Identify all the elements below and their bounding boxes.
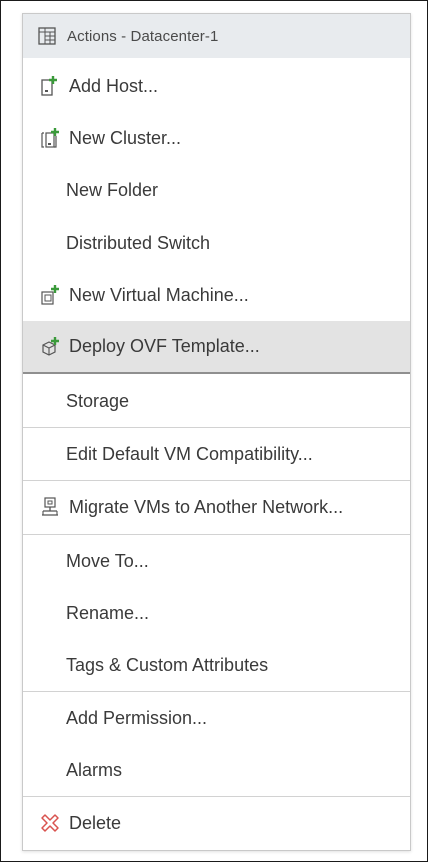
menu-item-label: New Cluster... xyxy=(69,127,182,148)
menu-item-label: Move To... xyxy=(66,550,149,571)
menu-item-label: Add Permission... xyxy=(66,707,208,728)
delete-icon xyxy=(38,811,62,835)
menu-item-move-to[interactable]: Move To... xyxy=(23,535,410,587)
migrate-network-icon xyxy=(38,495,62,519)
menu-item-label: Tags & Custom Attributes xyxy=(66,654,269,675)
menu-item-label: Distributed Switch xyxy=(66,232,211,253)
add-host-icon xyxy=(38,74,62,98)
menu-item-migrate-vms[interactable]: Migrate VMs to Another Network... xyxy=(23,481,410,533)
menu-item-alarms[interactable]: Alarms xyxy=(23,744,410,796)
menu-item-edit-default-vm-compatibility[interactable]: Edit Default VM Compatibility... xyxy=(23,428,410,480)
menu-item-rename[interactable]: Rename... xyxy=(23,587,410,639)
menu-item-label: Deploy OVF Template... xyxy=(69,336,260,356)
menu-title: Actions - Datacenter-1 xyxy=(67,27,219,45)
menu-item-deploy-ovf-template[interactable]: Deploy OVF Template... xyxy=(23,321,410,374)
menu-item-add-host[interactable]: Add Host... xyxy=(23,60,410,112)
menu-item-label: Delete xyxy=(69,812,122,833)
menu-item-label: New Folder xyxy=(66,179,159,200)
menu-item-delete[interactable]: Delete xyxy=(23,797,410,849)
menu-header: Actions - Datacenter-1 xyxy=(23,14,410,58)
deploy-ovf-icon xyxy=(38,335,62,359)
menu-item-label: Add Host... xyxy=(69,75,159,96)
menu-item-label: Storage xyxy=(66,390,130,411)
menu-item-label: Alarms xyxy=(66,759,123,780)
actions-context-menu: Actions - Datacenter-1 Add Host... New C… xyxy=(22,13,411,851)
new-vm-icon xyxy=(38,283,62,307)
menu-item-distributed-switch[interactable]: Distributed Switch xyxy=(23,217,410,269)
menu-item-storage[interactable]: Storage xyxy=(23,375,410,427)
menu-item-label: New Virtual Machine... xyxy=(69,284,249,305)
menu-item-label: Rename... xyxy=(66,602,150,623)
menu-item-new-folder[interactable]: New Folder xyxy=(23,164,410,216)
menu-item-label: Edit Default VM Compatibility... xyxy=(66,443,313,464)
datacenter-icon xyxy=(36,25,58,47)
menu-item-tags-custom-attributes[interactable]: Tags & Custom Attributes xyxy=(23,639,410,691)
menu-item-new-virtual-machine[interactable]: New Virtual Machine... xyxy=(23,269,410,321)
menu-item-new-cluster[interactable]: New Cluster... xyxy=(23,112,410,164)
window-frame: Actions - Datacenter-1 Add Host... New C… xyxy=(0,0,428,862)
menu-item-label: Migrate VMs to Another Network... xyxy=(69,496,344,517)
new-cluster-icon xyxy=(38,126,62,150)
menu-item-add-permission[interactable]: Add Permission... xyxy=(23,692,410,744)
